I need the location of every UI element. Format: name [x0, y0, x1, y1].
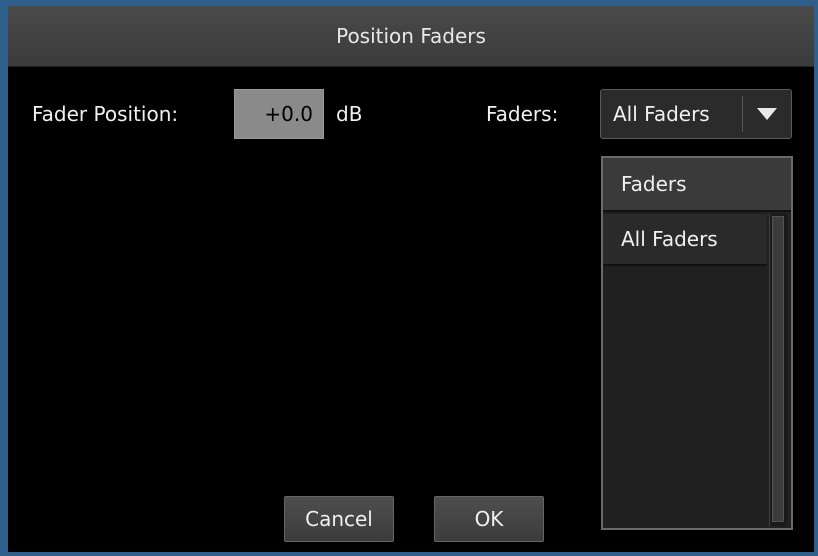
ok-button-label: OK	[474, 507, 504, 531]
list-header: Faders	[603, 158, 791, 212]
window-frame: Position Faders Fader Position: +0.0 dB …	[0, 0, 818, 556]
faders-label: Faders:	[486, 102, 559, 126]
faders-listbox: Faders All Faders	[601, 156, 793, 530]
fader-position-unit: dB	[336, 102, 363, 126]
faders-dropdown-value: All Faders	[613, 102, 710, 126]
faders-dropdown[interactable]: All Faders	[600, 89, 792, 139]
list-header-label: Faders	[621, 172, 687, 196]
list-scrollbar[interactable]	[769, 214, 787, 526]
fader-position-label: Fader Position:	[32, 102, 179, 126]
list-item-all-faders[interactable]: All Faders	[603, 214, 767, 266]
dialog: Position Faders Fader Position: +0.0 dB …	[8, 6, 814, 552]
ok-button[interactable]: OK	[434, 496, 544, 542]
fader-position-value: +0.0	[264, 102, 313, 126]
fader-position-input[interactable]: +0.0	[234, 89, 324, 139]
dialog-title: Position Faders	[336, 24, 486, 48]
list-item-label: All Faders	[621, 227, 718, 251]
cancel-button[interactable]: Cancel	[284, 496, 394, 542]
dialog-titlebar: Position Faders	[8, 6, 814, 67]
scrollbar-thumb[interactable]	[772, 216, 784, 522]
triangle-down-icon[interactable]	[743, 107, 791, 121]
cancel-button-label: Cancel	[305, 507, 373, 531]
